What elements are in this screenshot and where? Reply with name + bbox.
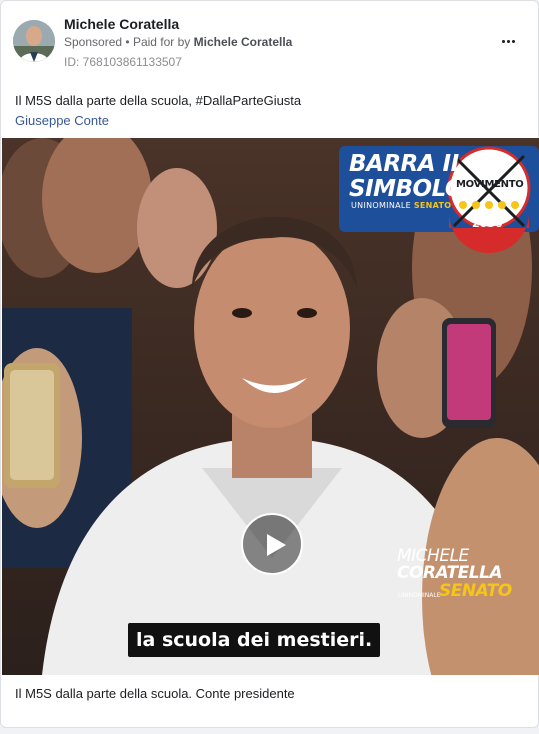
candidate-role: SENATO bbox=[439, 581, 512, 601]
paid-prefix: Paid for by bbox=[132, 35, 191, 49]
separator-dot: • bbox=[125, 35, 130, 49]
video-caption: la scuola dei mestieri. bbox=[128, 623, 381, 657]
badge-line1: BARRA IL bbox=[349, 151, 465, 177]
ad-card: Michele Coratella Sponsored • Paid for b… bbox=[0, 0, 539, 728]
sponsored-label: Sponsored bbox=[64, 35, 123, 49]
candidate-subtitle: UNINOMINALE bbox=[398, 592, 441, 599]
post-footer-text: Il M5S dalla parte della scuola. Conte p… bbox=[15, 686, 295, 701]
paid-by-name[interactable]: Michele Coratella bbox=[194, 35, 293, 49]
page-link[interactable]: Giuseppe Conte bbox=[15, 113, 109, 128]
ad-id: ID: 768103861133507 bbox=[64, 55, 182, 69]
avatar[interactable] bbox=[13, 20, 55, 62]
play-icon[interactable] bbox=[241, 513, 303, 575]
party-logo-text: MOVIMENTO bbox=[456, 179, 524, 190]
badge-line2: SIMBOLO bbox=[349, 176, 464, 202]
more-options-icon[interactable] bbox=[495, 31, 521, 51]
post-body-text: Il M5S dalla parte della scuola, #DallaP… bbox=[15, 93, 302, 108]
party-logo-year: 2050 bbox=[472, 217, 503, 230]
badge-subtitle: UNINOMINALE SENATO bbox=[351, 201, 452, 210]
author-name[interactable]: Michele Coratella bbox=[64, 16, 179, 32]
candidate-last-name: CORATELLA bbox=[397, 563, 503, 583]
sponsored-line: Sponsored • Paid for by Michele Coratell… bbox=[64, 35, 292, 49]
